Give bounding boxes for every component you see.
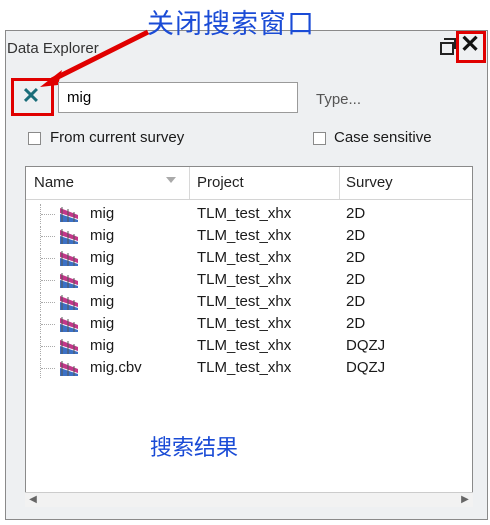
table-row[interactable]: mig TLM_test_xhx DQZJ bbox=[26, 336, 472, 356]
cell-name: mig bbox=[90, 271, 115, 288]
tree-branch bbox=[41, 368, 55, 370]
cell-name: mig bbox=[90, 227, 115, 244]
table-row[interactable]: mig TLM_test_xhx 2D bbox=[26, 270, 472, 290]
cell-name: mig bbox=[90, 249, 115, 266]
search-input[interactable] bbox=[58, 82, 298, 113]
table-row[interactable]: mig TLM_test_xhx 2D bbox=[26, 248, 472, 268]
cell-project: TLM_test_xhx bbox=[197, 359, 292, 376]
results-table[interactable]: Name Project Survey mig TLM_test_xhx 2D mig… bbox=[25, 166, 473, 506]
table-row[interactable]: mig TLM_test_xhx 2D bbox=[26, 292, 472, 312]
seismic-data-icon bbox=[58, 337, 80, 355]
column-header-survey[interactable]: Survey bbox=[346, 174, 393, 191]
cell-project: TLM_test_xhx bbox=[197, 337, 292, 354]
from-current-survey-label: From current survey bbox=[50, 129, 185, 146]
cell-project: TLM_test_xhx bbox=[197, 293, 292, 310]
table-row[interactable]: mig TLM_test_xhx 2D bbox=[26, 314, 472, 334]
cell-project: TLM_test_xhx bbox=[197, 205, 292, 222]
tree-branch bbox=[41, 324, 55, 326]
seismic-data-icon bbox=[58, 205, 80, 223]
table-row[interactable]: mig TLM_test_xhx 2D bbox=[26, 204, 472, 224]
cell-survey: 2D bbox=[346, 271, 366, 288]
seismic-data-icon bbox=[58, 293, 80, 311]
seismic-data-icon bbox=[58, 249, 80, 267]
horizontal-scrollbar[interactable]: ◀ ▶ bbox=[25, 492, 473, 507]
seismic-data-icon bbox=[58, 227, 80, 245]
cell-name: mig bbox=[90, 205, 115, 222]
table-row[interactable]: mig TLM_test_xhx 2D bbox=[26, 226, 472, 246]
cell-name: mig.cbv bbox=[90, 359, 142, 376]
cell-name: mig bbox=[90, 337, 115, 354]
seismic-data-icon bbox=[58, 271, 80, 289]
tree-branch bbox=[41, 280, 55, 282]
table-row[interactable]: mig.cbv TLM_test_xhx DQZJ bbox=[26, 358, 472, 378]
cell-survey: DQZJ bbox=[346, 337, 386, 354]
case-sensitive-label: Case sensitive bbox=[334, 129, 432, 146]
cell-survey: DQZJ bbox=[346, 359, 386, 376]
cell-survey: 2D bbox=[346, 315, 366, 332]
tree-branch bbox=[41, 236, 55, 238]
annotation-search-results: 搜索结果 bbox=[150, 435, 239, 460]
case-sensitive-checkbox[interactable] bbox=[313, 132, 326, 145]
tree-branch bbox=[41, 302, 55, 304]
column-separator bbox=[339, 167, 340, 199]
cell-name: mig bbox=[90, 315, 115, 332]
sort-indicator-icon bbox=[166, 177, 176, 183]
seismic-data-icon bbox=[58, 315, 80, 333]
column-header-name[interactable]: Name bbox=[34, 174, 74, 191]
cell-name: mig bbox=[90, 293, 115, 310]
cell-survey: 2D bbox=[346, 205, 366, 222]
tree-branch bbox=[41, 214, 55, 216]
scroll-left-button[interactable]: ◀ bbox=[27, 495, 39, 505]
table-header: Name Project Survey bbox=[26, 167, 472, 200]
cell-survey: 2D bbox=[346, 249, 366, 266]
scroll-right-button[interactable]: ▶ bbox=[459, 495, 471, 505]
cell-survey: 2D bbox=[346, 227, 366, 244]
column-separator bbox=[189, 167, 190, 199]
seismic-data-icon bbox=[58, 359, 80, 377]
cell-project: TLM_test_xhx bbox=[197, 249, 292, 266]
column-header-project[interactable]: Project bbox=[197, 174, 244, 191]
cell-project: TLM_test_xhx bbox=[197, 315, 292, 332]
type-filter-dropdown[interactable]: Type... bbox=[316, 91, 361, 108]
cell-survey: 2D bbox=[346, 293, 366, 310]
cell-project: TLM_test_xhx bbox=[197, 227, 292, 244]
tree-branch bbox=[41, 346, 55, 348]
from-current-survey-checkbox[interactable] bbox=[28, 132, 41, 145]
tree-branch bbox=[41, 258, 55, 260]
cell-project: TLM_test_xhx bbox=[197, 271, 292, 288]
